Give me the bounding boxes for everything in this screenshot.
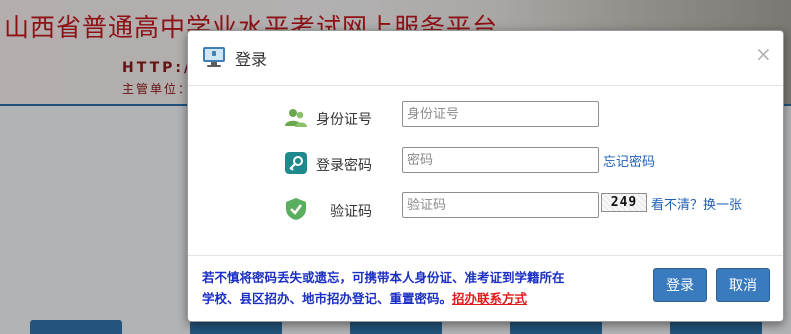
captcha-input[interactable] — [402, 192, 599, 218]
password-notice: 若不慎将密码丢失或遗忘，可携带本人身份证、准考证到学籍所在 学校、县区招办、地市… — [202, 267, 642, 309]
refresh-captcha-link[interactable]: 看不清？换一张 — [651, 194, 742, 213]
cancel-button[interactable]: 取消 — [716, 268, 770, 302]
shield-check-icon — [286, 198, 306, 220]
login-dialog: 登录 × 身份证号 登录密码 忘记密码 验证码 249 看不清？换一张 若不慎将… — [187, 30, 784, 322]
login-button[interactable]: 登录 — [653, 268, 707, 302]
monitor-icon — [203, 47, 225, 67]
password-label: 登录密码 — [316, 158, 372, 174]
password-input[interactable] — [402, 147, 599, 173]
forgot-password-link[interactable]: 忘记密码 — [603, 151, 655, 170]
contact-link[interactable]: 招办联系方式 — [452, 291, 527, 306]
dialog-title: 登录 — [235, 50, 268, 69]
captcha-label: 验证码 — [330, 204, 372, 220]
key-icon — [285, 152, 307, 174]
footer-divider — [188, 255, 783, 256]
dialog-header: 登录 × — [188, 31, 783, 86]
close-button[interactable]: × — [755, 42, 772, 66]
notice-line-1: 若不慎将密码丢失或遗忘，可携带本人身份证、准考证到学籍所在 — [202, 270, 565, 285]
id-label: 身份证号 — [316, 112, 372, 128]
captcha-image[interactable]: 249 — [601, 193, 647, 212]
users-icon — [285, 109, 307, 127]
notice-line-2: 学校、县区招办、地市招办登记、重置密码。 — [202, 291, 453, 306]
id-input[interactable] — [402, 101, 599, 127]
